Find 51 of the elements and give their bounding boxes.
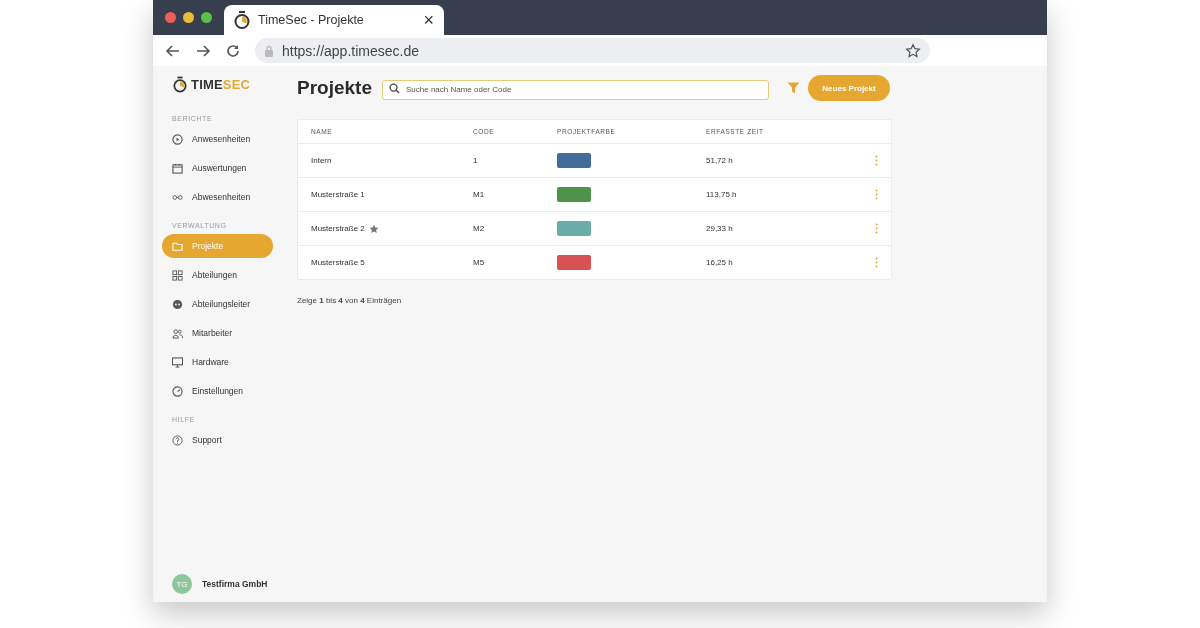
table-cell: Musterstraße 5 [311, 258, 365, 267]
page-title: Projekte [297, 76, 372, 100]
table-cell-text: M5 [473, 258, 486, 267]
back-arrow-icon[interactable] [165, 42, 181, 59]
sidebar-item[interactable]: Support [162, 428, 273, 452]
minimize-window-icon[interactable] [183, 12, 194, 23]
sidebar-item[interactable]: Auswertungen [162, 156, 273, 180]
search-icon [389, 82, 400, 94]
lock-icon [264, 44, 274, 57]
table-cell-text: 29,33 h [706, 224, 734, 233]
company-name: Testfirma GmbH [202, 579, 268, 589]
logo-text: TIMESEC [191, 77, 251, 92]
help-icon [172, 434, 183, 446]
face-icon [172, 298, 183, 310]
close-window-icon[interactable] [165, 12, 176, 23]
stopwatch-icon [234, 11, 250, 29]
forward-arrow-icon[interactable] [195, 42, 211, 59]
table-cell: Musterstraße 2 [311, 224, 365, 233]
folder-icon [172, 240, 183, 252]
reload-icon[interactable] [225, 42, 241, 59]
table-cell-text: 113,75 h [706, 190, 738, 199]
sidebar-item[interactable]: Abwesenheiten [162, 185, 273, 209]
browser-tab[interactable]: TimeSec - Projekte × [224, 5, 444, 35]
table-cell-text: M1 [473, 190, 486, 199]
sidebar-item[interactable]: Hardware [162, 350, 273, 374]
monitor-icon [172, 356, 183, 368]
table-cell-text: 1 [473, 156, 479, 165]
table-cell-text: M2 [473, 224, 486, 233]
table-cell: Musterstraße 1 [311, 190, 365, 199]
table-cell-text: 51,72 h [706, 156, 734, 165]
maximize-window-icon[interactable] [201, 12, 212, 23]
stopwatch-icon [173, 76, 187, 93]
address-bar[interactable]: https://app.timesec.de [255, 38, 930, 63]
gauge-icon [172, 385, 183, 397]
sidebar-item[interactable]: Abteilungen [162, 263, 273, 287]
sidebar-item[interactable]: Einstellungen [162, 379, 273, 403]
table-cell-text: 16,25 h [706, 258, 734, 267]
search-field[interactable]: Suche nach Name oder Code [382, 79, 769, 100]
grid-icon [172, 269, 183, 281]
sidebar-item[interactable]: Anwesenheiten [162, 127, 273, 151]
sidebar-item[interactable]: Abteilungsleiter [162, 292, 273, 316]
table-cell: Intern [311, 156, 332, 165]
tab-close-button[interactable]: × [423, 11, 434, 29]
bookmark-star-icon[interactable] [905, 42, 921, 59]
tab-title: TimeSec - Projekte [258, 13, 365, 27]
entries-summary: Zeige 1 bis 4 von 4 Einträgen [297, 296, 403, 305]
sidebar-item[interactable]: Mitarbeiter [162, 321, 273, 345]
calendar-icon [172, 162, 183, 174]
url-text: https://app.timesec.de [282, 42, 419, 59]
play-circle-icon [172, 133, 183, 145]
people-icon [172, 327, 183, 339]
